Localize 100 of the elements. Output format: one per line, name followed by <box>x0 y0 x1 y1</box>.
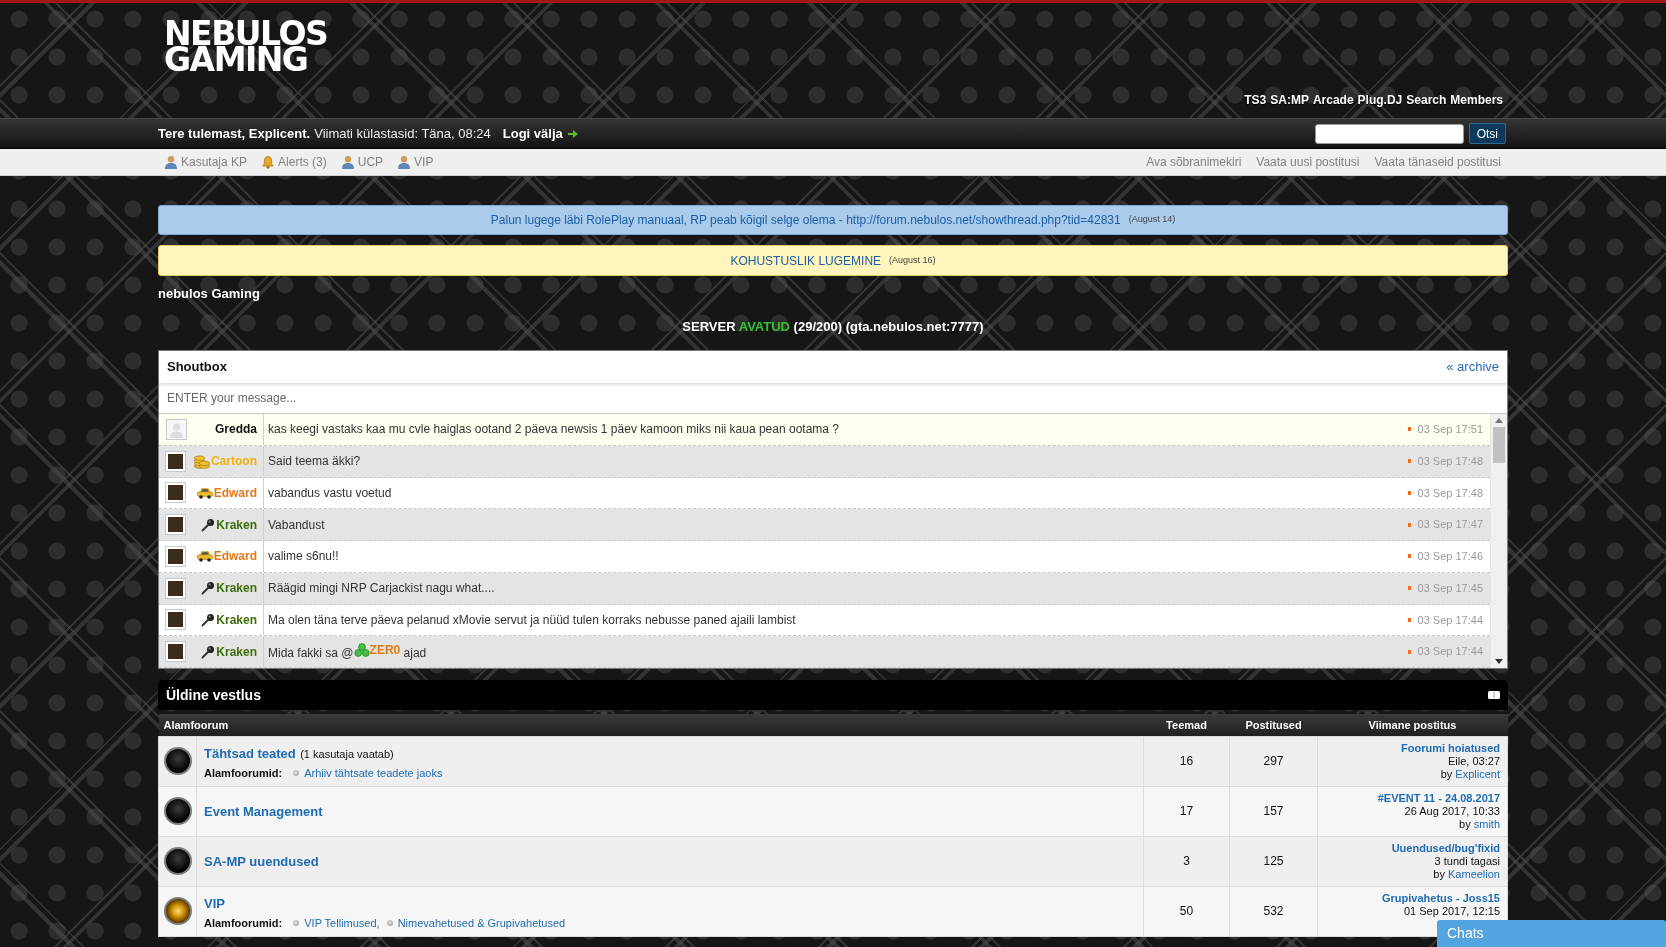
clover-icon <box>353 643 370 658</box>
shout-time: 03 Sep 17:48 <box>1417 453 1483 469</box>
announcement-link[interactable]: Palun lugege läbi RolePlay manuaal, RP peab kõigil selge olema - http://forum.nebulos.net/showthread.php?tid=42831 <box>490 211 1121 229</box>
column-header: Alamfoorum <box>158 714 1144 736</box>
subforums-label: Alamfoorumid: <box>204 916 283 931</box>
user-link[interactable]: Explicent <box>1455 767 1500 780</box>
shout-author[interactable]: Edward <box>213 547 257 566</box>
subforum-link[interactable]: Arhiiv tähtsate teadete jaoks <box>304 765 443 782</box>
bullet-icon <box>1407 459 1411 464</box>
subforum-link[interactable]: VIP Tellimused, <box>304 915 380 932</box>
top-nav-link[interactable]: Plug.DJ <box>1357 91 1403 109</box>
shout-time: 03 Sep 17:51 <box>1417 422 1483 438</box>
welcome-text: Tere tulemast, Explicent. <box>158 124 311 143</box>
collapse-icon[interactable] <box>1488 691 1500 699</box>
scroll-up-icon[interactable] <box>1495 418 1503 423</box>
last-post-byline: by Kameelion <box>1433 867 1500 881</box>
forum-title-link[interactable]: SA-MP uuendused <box>204 854 319 869</box>
thread-count: 16 <box>1143 736 1230 786</box>
shout-message: Räägid mingi NRP Carjackist nagu what.... <box>268 580 495 598</box>
archive-link[interactable]: « archive <box>1446 357 1499 377</box>
shout-time: 03 Sep 17:44 <box>1417 644 1483 660</box>
user-nav-link[interactable]: UCP <box>340 153 384 171</box>
forum-title-link[interactable]: Tähtsad teated <box>204 745 296 761</box>
avatar-photo <box>166 642 185 662</box>
column-header: Postitused <box>1229 714 1318 736</box>
server-status: SERVER AVATUD (29/200) (gta.nebulos.net:7777) <box>682 319 984 335</box>
avatar-photo <box>166 451 185 471</box>
scroll-down-icon[interactable] <box>1495 659 1503 664</box>
site-title: nebulos Gaming <box>158 286 260 302</box>
shout-author[interactable]: Kraken <box>216 579 257 598</box>
shout-author[interactable]: Kraken <box>216 642 257 661</box>
last-post-link[interactable]: Grupivahetus - Joss15 <box>1382 891 1500 904</box>
coins-icon <box>194 453 210 470</box>
avatar-photo <box>166 515 185 535</box>
scrollbar-thumb[interactable] <box>1493 427 1505 463</box>
shout-author[interactable]: Kraken <box>216 610 257 629</box>
shout-author[interactable]: Kraken <box>216 515 257 534</box>
shout-time: 03 Sep 17:46 <box>1417 549 1483 565</box>
avatar-photo <box>166 483 185 503</box>
shout-message: kas keegi vastaks kaa mu cvle haiglas ootand 2 päeva newsis 1 päev kamoon miks nii kaua pean ootama ? <box>268 421 839 439</box>
top-nav-link[interactable]: TS3 <box>1244 91 1267 109</box>
user-icon <box>164 155 178 169</box>
bullet-icon <box>1407 649 1411 654</box>
user-nav-link[interactable]: VIP <box>397 153 434 171</box>
shout-author[interactable]: Gredda <box>215 420 257 439</box>
thread-count: 17 <box>1143 786 1230 836</box>
announcement-date: (August 16) <box>889 253 936 267</box>
category-title: Üldine vestlus <box>166 685 261 705</box>
announcement-date: (August 14) <box>1128 213 1176 227</box>
bullet-icon <box>1407 522 1411 527</box>
avatar-photo <box>166 610 185 630</box>
announcement-link[interactable]: KOHUSTUSLIK LUGEMINE <box>730 251 882 270</box>
top-nav-link[interactable]: Arcade <box>1312 91 1354 109</box>
search-button[interactable]: Otsi <box>1468 123 1506 144</box>
last-post-byline: by smith <box>1459 817 1500 831</box>
top-nav-link[interactable]: Search <box>1406 91 1447 109</box>
user-nav-link[interactable]: Vaata uusi postitusi <box>1256 153 1360 171</box>
shoutbox-title: Shoutbox <box>167 358 227 377</box>
last-visit-text: Viimati külastasid: Täna, 08:24 <box>314 124 491 143</box>
shout-time: 03 Sep 17:45 <box>1417 580 1483 596</box>
chat-tab[interactable]: Chats <box>1437 920 1666 947</box>
thread-count: 50 <box>1143 886 1230 936</box>
avatar-icon <box>166 418 187 440</box>
last-post-link[interactable]: Uuendused/bug'fixid <box>1391 841 1500 854</box>
arrow-icon <box>567 129 578 138</box>
last-post-link[interactable]: #EVENT 11 - 24.08.2017 <box>1377 791 1500 804</box>
site-logo[interactable]: NEBULOS GAMING <box>164 21 328 73</box>
last-post-time: Eile, 03:27 <box>1448 754 1500 768</box>
bullet-icon <box>1407 586 1411 591</box>
shout-message: Ma olen täna terve päeva pelanud xMovie servut ja nüüd tulen korraks nebusse paned ajaili lambist <box>268 611 796 629</box>
last-post-time: 01 Sep 2017, 12:15 <box>1403 904 1500 918</box>
user-nav-link[interactable]: Ava sõbranimekiri <box>1146 153 1242 171</box>
top-nav-link[interactable]: Members <box>1450 91 1503 109</box>
bullet-icon <box>293 770 300 777</box>
scrollbar[interactable] <box>1490 414 1507 668</box>
car-icon <box>196 486 213 499</box>
user-link[interactable]: Kameelion <box>1448 867 1500 880</box>
shout-author[interactable]: Edward <box>213 483 257 502</box>
post-count: 157 <box>1229 786 1318 836</box>
user-nav-link[interactable]: Kasutaja KP <box>164 153 248 171</box>
user-icon <box>397 155 412 169</box>
shout-message: Said teema äkki? <box>268 453 361 471</box>
user-link[interactable]: smith <box>1473 817 1500 830</box>
column-header: Viimane postitus <box>1317 714 1508 736</box>
top-nav-link[interactable]: SA:MP <box>1270 91 1309 109</box>
post-count: 297 <box>1229 736 1318 786</box>
subforum-link[interactable]: Nimevahetused & Grupivahetused <box>397 915 566 932</box>
avatar-photo <box>166 546 185 566</box>
last-post-link[interactable]: Foorumi hoiatused <box>1401 741 1500 754</box>
post-count: 125 <box>1229 836 1318 886</box>
search-field[interactable] <box>1314 123 1464 144</box>
forum-title-link[interactable]: Event Management <box>204 804 323 819</box>
logout-link[interactable]: Logi välja <box>502 123 578 144</box>
user-nav-link[interactable]: Alerts (3) <box>261 153 327 171</box>
forum-title-link[interactable]: VIP <box>204 895 225 911</box>
user-nav-link[interactable]: Vaata tänaseid postitusi <box>1374 153 1501 171</box>
last-post-byline: by Explicent <box>1440 767 1500 781</box>
bullet-icon <box>1407 617 1411 622</box>
shout-time: 03 Sep 17:47 <box>1417 517 1483 533</box>
shout-message: Vabandust <box>268 516 325 534</box>
